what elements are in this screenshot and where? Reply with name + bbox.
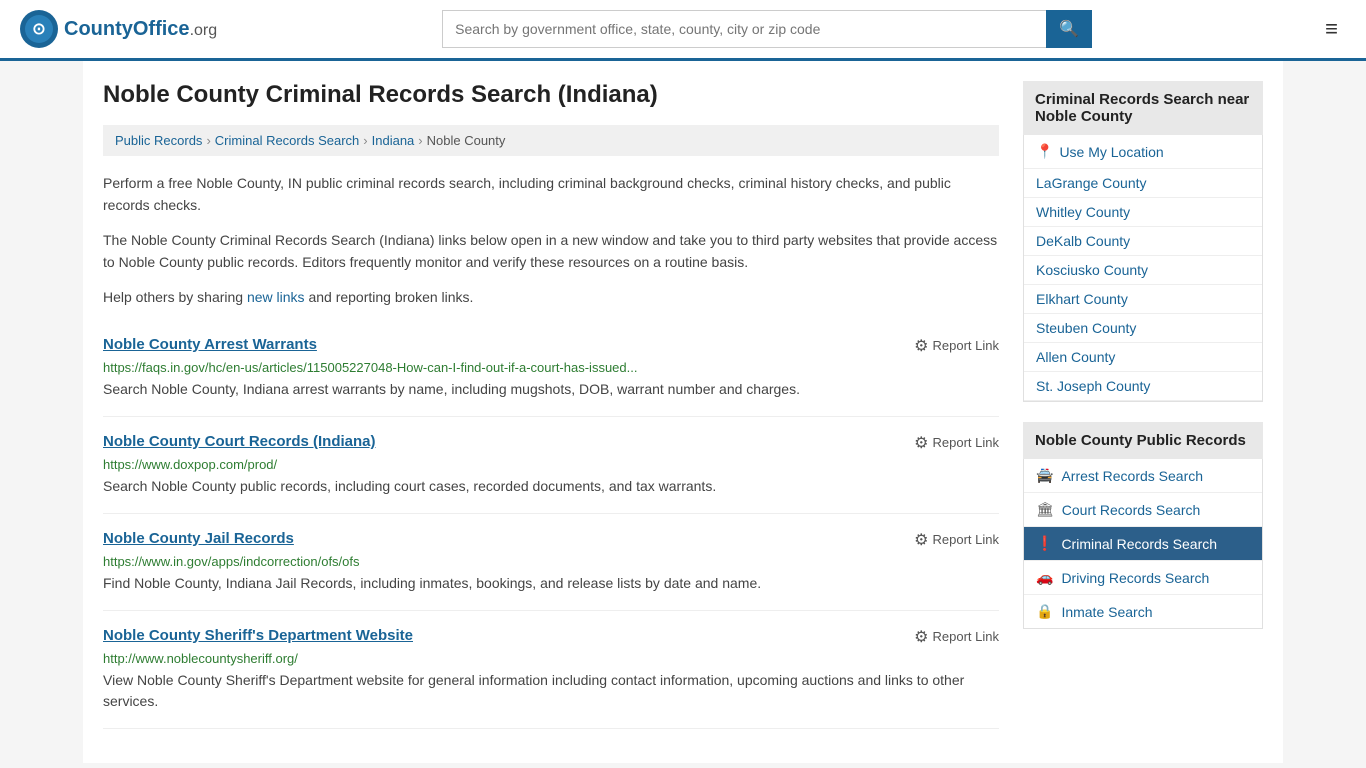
record-item-0: Noble County Arrest Warrants ⚙ Report Li… xyxy=(103,320,999,417)
location-pin-icon: 📍 xyxy=(1036,143,1053,160)
record-desc-3: View Noble County Sheriff's Department w… xyxy=(103,670,999,712)
sidebar-item-criminal[interactable]: ❗ Criminal Records Search xyxy=(1024,527,1262,561)
report-link-2[interactable]: ⚙ Report Link xyxy=(914,530,999,550)
driving-icon: 🚗 xyxy=(1036,569,1053,586)
record-desc-2: Find Noble County, Indiana Jail Records,… xyxy=(103,573,999,594)
report-icon-3: ⚙ xyxy=(914,627,928,647)
sidebar-item-inmate[interactable]: 🔒 Inmate Search xyxy=(1024,595,1262,628)
report-link-1[interactable]: ⚙ Report Link xyxy=(914,433,999,453)
record-title-3[interactable]: Noble County Sheriff's Department Websit… xyxy=(103,627,413,644)
logo-icon: ⊙ xyxy=(20,10,58,48)
description-3: Help others by sharing new links and rep… xyxy=(103,286,999,308)
page-title: Noble County Criminal Records Search (In… xyxy=(103,81,999,109)
breadcrumb-public-records[interactable]: Public Records xyxy=(115,133,202,148)
main-container: Noble County Criminal Records Search (In… xyxy=(83,61,1283,763)
svg-text:⊙: ⊙ xyxy=(32,21,45,38)
breadcrumb-indiana[interactable]: Indiana xyxy=(372,133,415,148)
description-2: The Noble County Criminal Records Search… xyxy=(103,229,999,274)
records-list: Noble County Arrest Warrants ⚙ Report Li… xyxy=(103,320,999,729)
nearby-steuben[interactable]: Steuben County xyxy=(1024,314,1262,343)
report-link-0[interactable]: ⚙ Report Link xyxy=(914,336,999,356)
record-title-1[interactable]: Noble County Court Records (Indiana) xyxy=(103,433,376,450)
sidebar-nearby-section: Criminal Records Search near Noble Count… xyxy=(1023,81,1263,402)
nearby-list: 📍 Use My Location LaGrange County Whitle… xyxy=(1023,135,1263,402)
new-links-link[interactable]: new links xyxy=(247,289,305,305)
sidebar-records-list: 🚔 Arrest Records Search 🏛 Court Records … xyxy=(1023,459,1263,629)
use-location-link[interactable]: Use My Location xyxy=(1059,144,1163,160)
arrest-icon: 🚔 xyxy=(1036,467,1053,484)
nearby-st-joseph[interactable]: St. Joseph County xyxy=(1024,372,1262,401)
record-desc-0: Search Noble County, Indiana arrest warr… xyxy=(103,379,999,400)
sidebar-item-arrest[interactable]: 🚔 Arrest Records Search xyxy=(1024,459,1262,493)
description-1: Perform a free Noble County, IN public c… xyxy=(103,172,999,217)
record-url-2: https://www.in.gov/apps/indcorrection/of… xyxy=(103,554,999,569)
search-area: 🔍 xyxy=(442,10,1092,48)
sidebar-item-driving[interactable]: 🚗 Driving Records Search xyxy=(1024,561,1262,595)
search-input[interactable] xyxy=(442,10,1046,48)
nearby-allen[interactable]: Allen County xyxy=(1024,343,1262,372)
record-item-1: Noble County Court Records (Indiana) ⚙ R… xyxy=(103,417,999,514)
nearby-lagrange[interactable]: LaGrange County xyxy=(1024,169,1262,198)
nearby-kosciusko[interactable]: Kosciusko County xyxy=(1024,256,1262,285)
header: ⊙ CountyOffice.org 🔍 ≡ xyxy=(0,0,1366,61)
criminal-icon: ❗ xyxy=(1036,535,1053,552)
use-location-item[interactable]: 📍 Use My Location xyxy=(1024,135,1262,169)
record-desc-1: Search Noble County public records, incl… xyxy=(103,476,999,497)
arrest-label: Arrest Records Search xyxy=(1061,468,1203,484)
logo-area: ⊙ CountyOffice.org xyxy=(20,10,217,48)
record-url-0: https://faqs.in.gov/hc/en-us/articles/11… xyxy=(103,360,999,375)
inmate-icon: 🔒 xyxy=(1036,603,1053,620)
record-title-2[interactable]: Noble County Jail Records xyxy=(103,530,294,547)
menu-button[interactable]: ≡ xyxy=(1317,12,1346,46)
record-url-3: http://www.noblecountysheriff.org/ xyxy=(103,651,999,666)
sidebar-nearby-title: Criminal Records Search near Noble Count… xyxy=(1023,81,1263,135)
record-url-1: https://www.doxpop.com/prod/ xyxy=(103,457,999,472)
sidebar-item-court[interactable]: 🏛 Court Records Search xyxy=(1024,493,1262,527)
nearby-elkhart[interactable]: Elkhart County xyxy=(1024,285,1262,314)
report-icon-0: ⚙ xyxy=(914,336,928,356)
driving-label: Driving Records Search xyxy=(1061,570,1209,586)
nearby-whitley[interactable]: Whitley County xyxy=(1024,198,1262,227)
record-item-3: Noble County Sheriff's Department Websit… xyxy=(103,611,999,729)
report-icon-2: ⚙ xyxy=(914,530,928,550)
breadcrumb-criminal-records[interactable]: Criminal Records Search xyxy=(215,133,360,148)
report-icon-1: ⚙ xyxy=(914,433,928,453)
content-area: Noble County Criminal Records Search (In… xyxy=(103,81,999,743)
court-icon: 🏛 xyxy=(1036,501,1054,518)
logo-text: CountyOffice.org xyxy=(64,18,217,41)
sidebar: Criminal Records Search near Noble Count… xyxy=(1023,81,1263,743)
sidebar-public-records-section: Noble County Public Records 🚔 Arrest Rec… xyxy=(1023,422,1263,629)
inmate-label: Inmate Search xyxy=(1061,604,1152,620)
court-label: Court Records Search xyxy=(1062,502,1201,518)
criminal-label: Criminal Records Search xyxy=(1061,536,1217,552)
nearby-dekalb[interactable]: DeKalb County xyxy=(1024,227,1262,256)
record-item-2: Noble County Jail Records ⚙ Report Link … xyxy=(103,514,999,611)
report-link-3[interactable]: ⚙ Report Link xyxy=(914,627,999,647)
search-button[interactable]: 🔍 xyxy=(1046,10,1092,48)
breadcrumb: Public Records › Criminal Records Search… xyxy=(103,125,999,156)
breadcrumb-noble-county: Noble County xyxy=(427,133,506,148)
sidebar-public-records-title: Noble County Public Records xyxy=(1023,422,1263,459)
record-title-0[interactable]: Noble County Arrest Warrants xyxy=(103,336,317,353)
